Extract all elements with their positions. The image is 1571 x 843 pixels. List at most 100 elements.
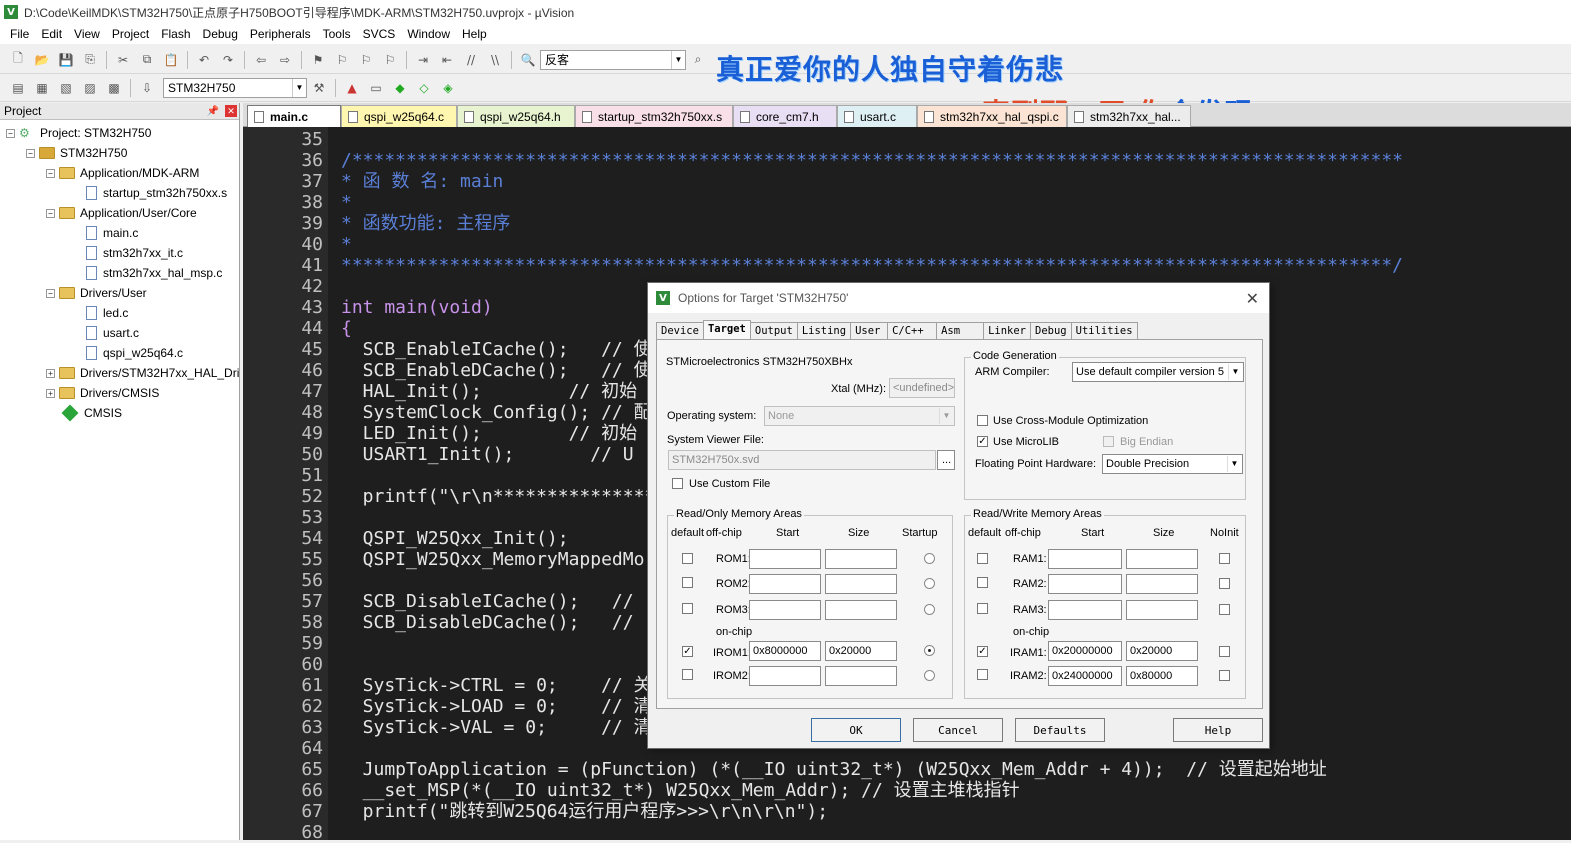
big-endian-checkbox[interactable] (1103, 436, 1114, 447)
tab-c-cpp[interactable]: C/C++ (887, 322, 938, 340)
compiler-select[interactable]: Use default compiler version 5 ▼ (1072, 362, 1244, 382)
nav-forward-icon[interactable]: ⇨ (276, 51, 294, 69)
uncomment-icon[interactable]: \\ (486, 51, 504, 69)
rom2-startup-radio[interactable] (924, 578, 935, 589)
ram3-start-input[interactable] (1048, 600, 1122, 620)
code-text[interactable]: USART1_Init(); // U (341, 444, 634, 465)
tab-startup-s[interactable]: startup_stm32h750xx.s (575, 105, 733, 127)
rom2-start-input[interactable] (749, 574, 821, 594)
tab-usart-c[interactable]: usart.c (837, 105, 917, 127)
irom2-default-checkbox[interactable] (682, 669, 693, 680)
rom1-startup-radio[interactable] (924, 553, 935, 564)
code-text[interactable]: { (341, 318, 352, 339)
rom3-size-input[interactable] (825, 600, 897, 620)
tab-main-c[interactable]: main.c (247, 105, 341, 127)
expand-icon[interactable]: + (46, 388, 55, 398)
tab-target[interactable]: Target (702, 320, 751, 340)
rom2-default-checkbox[interactable] (682, 577, 693, 588)
code-text[interactable]: printf("跳转到W25Q64运行用户程序>>>\r\n\r\n"); (341, 801, 828, 822)
code-text[interactable]: JumpToApplication = (pFunction) (*(__IO … (341, 759, 1327, 780)
ram2-default-checkbox[interactable] (977, 577, 988, 588)
cross-module-checkbox[interactable] (977, 415, 988, 426)
svd-input[interactable]: STM32H750x.svd (668, 450, 936, 470)
tab-user[interactable]: User (850, 322, 889, 340)
tab-utilities[interactable]: Utilities (1070, 322, 1138, 340)
irom1-default-checkbox[interactable]: ✓ (682, 646, 693, 657)
ram2-start-input[interactable] (1048, 574, 1122, 594)
stop-build-icon[interactable]: ▩ (105, 79, 123, 97)
run-time-env-icon[interactable]: ◇ (415, 79, 433, 97)
manage-components-icon[interactable]: ▲ (343, 79, 361, 97)
unindent-icon[interactable]: ⇤ (438, 51, 456, 69)
menu-view[interactable]: View (68, 24, 106, 44)
collapse-icon[interactable]: − (46, 208, 55, 218)
code-text[interactable]: * (341, 192, 352, 213)
ram1-noinit-checkbox[interactable] (1219, 553, 1230, 564)
menu-flash[interactable]: Flash (155, 24, 196, 44)
tree-file[interactable]: usart.c (86, 323, 139, 343)
tree-file[interactable]: led.c (86, 303, 128, 323)
tree-group[interactable]: + Drivers/STM32H7xx_HAL_Dri (46, 363, 239, 383)
code-text[interactable]: __set_MSP(*(__IO uint32_t*) W25Qxx_Mem_A… (341, 780, 1020, 801)
find-combo[interactable]: 反客 ▼ (540, 49, 686, 70)
chevron-down-icon[interactable]: ▼ (1228, 364, 1242, 380)
rom3-startup-radio[interactable] (924, 604, 935, 615)
tab-qspi-w25q64-h[interactable]: qspi_w25q64.h (457, 105, 575, 127)
tree-file[interactable]: main.c (86, 223, 138, 243)
irom2-start-input[interactable] (749, 666, 821, 686)
code-text[interactable]: QSPI_W25Qxx_MemoryMappedMo (341, 549, 645, 570)
close-icon[interactable]: ✕ (1246, 289, 1259, 309)
xtal-input[interactable]: <undefined> (889, 378, 955, 398)
rom3-start-input[interactable] (749, 600, 821, 620)
iram2-default-checkbox[interactable] (977, 669, 988, 680)
target-combo[interactable]: STM32H750 ▼ (163, 77, 307, 98)
iram2-noinit-checkbox[interactable] (1219, 670, 1230, 681)
svd-browse-button[interactable]: ... (937, 450, 955, 470)
chevron-down-icon[interactable]: ▼ (939, 408, 953, 424)
redo-icon[interactable]: ↷ (219, 51, 237, 69)
cut-icon[interactable]: ✂ (114, 51, 132, 69)
ram3-noinit-checkbox[interactable] (1219, 604, 1230, 615)
ram1-start-input[interactable] (1048, 549, 1122, 569)
paste-icon[interactable]: 📋 (162, 51, 180, 69)
irom1-size-input[interactable]: 0x20000 (825, 641, 897, 661)
code-text[interactable]: * (341, 234, 352, 255)
tree-file[interactable]: qspi_w25q64.c (86, 343, 183, 363)
open-file-icon[interactable]: 📂 (33, 51, 51, 69)
collapse-icon[interactable]: − (6, 128, 15, 138)
menu-help[interactable]: Help (456, 24, 493, 44)
tree-file[interactable]: startup_stm32h750xx.s (86, 183, 227, 203)
find-icon[interactable]: ⌕ (689, 51, 707, 69)
code-text[interactable]: printf("\r\n**************** (341, 486, 666, 507)
iram2-start-input[interactable]: 0x24000000 (1048, 666, 1122, 686)
indent-icon[interactable]: ⇥ (414, 51, 432, 69)
code-text[interactable]: QSPI_W25Qxx_Init(); (341, 528, 569, 549)
tree-group[interactable]: + Drivers/CMSIS (46, 383, 159, 403)
rom1-default-checkbox[interactable] (682, 553, 693, 564)
tree-group[interactable]: − Application/User/Core (46, 203, 197, 223)
rom3-default-checkbox[interactable] (682, 603, 693, 614)
iram1-default-checkbox[interactable]: ✓ (977, 646, 988, 657)
code-text[interactable]: * 函 数 名: main (341, 171, 503, 192)
irom2-startup-radio[interactable] (924, 670, 935, 681)
file-extensions-icon[interactable]: ▭ (367, 79, 385, 97)
collapse-icon[interactable]: − (46, 288, 55, 298)
tab-hal-more[interactable]: stm32h7xx_hal... (1067, 105, 1191, 127)
collapse-icon[interactable]: − (26, 148, 35, 158)
chevron-down-icon[interactable]: ▼ (671, 50, 685, 69)
pack-installer-icon[interactable]: ◈ (439, 79, 457, 97)
code-text[interactable]: ****************************************… (341, 255, 1403, 276)
rom1-start-input[interactable] (749, 549, 821, 569)
menu-project[interactable]: Project (106, 24, 155, 44)
tree-target[interactable]: − STM32H750 (26, 143, 127, 163)
irom2-size-input[interactable] (825, 666, 897, 686)
new-file-icon[interactable]: 🗋 (9, 51, 27, 69)
translate-icon[interactable]: ▤ (9, 79, 27, 97)
expand-icon[interactable]: + (46, 368, 55, 378)
code-text[interactable]: int main(void) (341, 297, 493, 318)
ram2-size-input[interactable] (1126, 574, 1198, 594)
code-text[interactable]: SysTick->LOAD = 0; // 清 (341, 696, 652, 717)
irom1-start-input[interactable]: 0x8000000 (749, 641, 821, 661)
tab-output[interactable]: Output (749, 322, 798, 340)
iram2-size-input[interactable]: 0x80000 (1126, 666, 1198, 686)
